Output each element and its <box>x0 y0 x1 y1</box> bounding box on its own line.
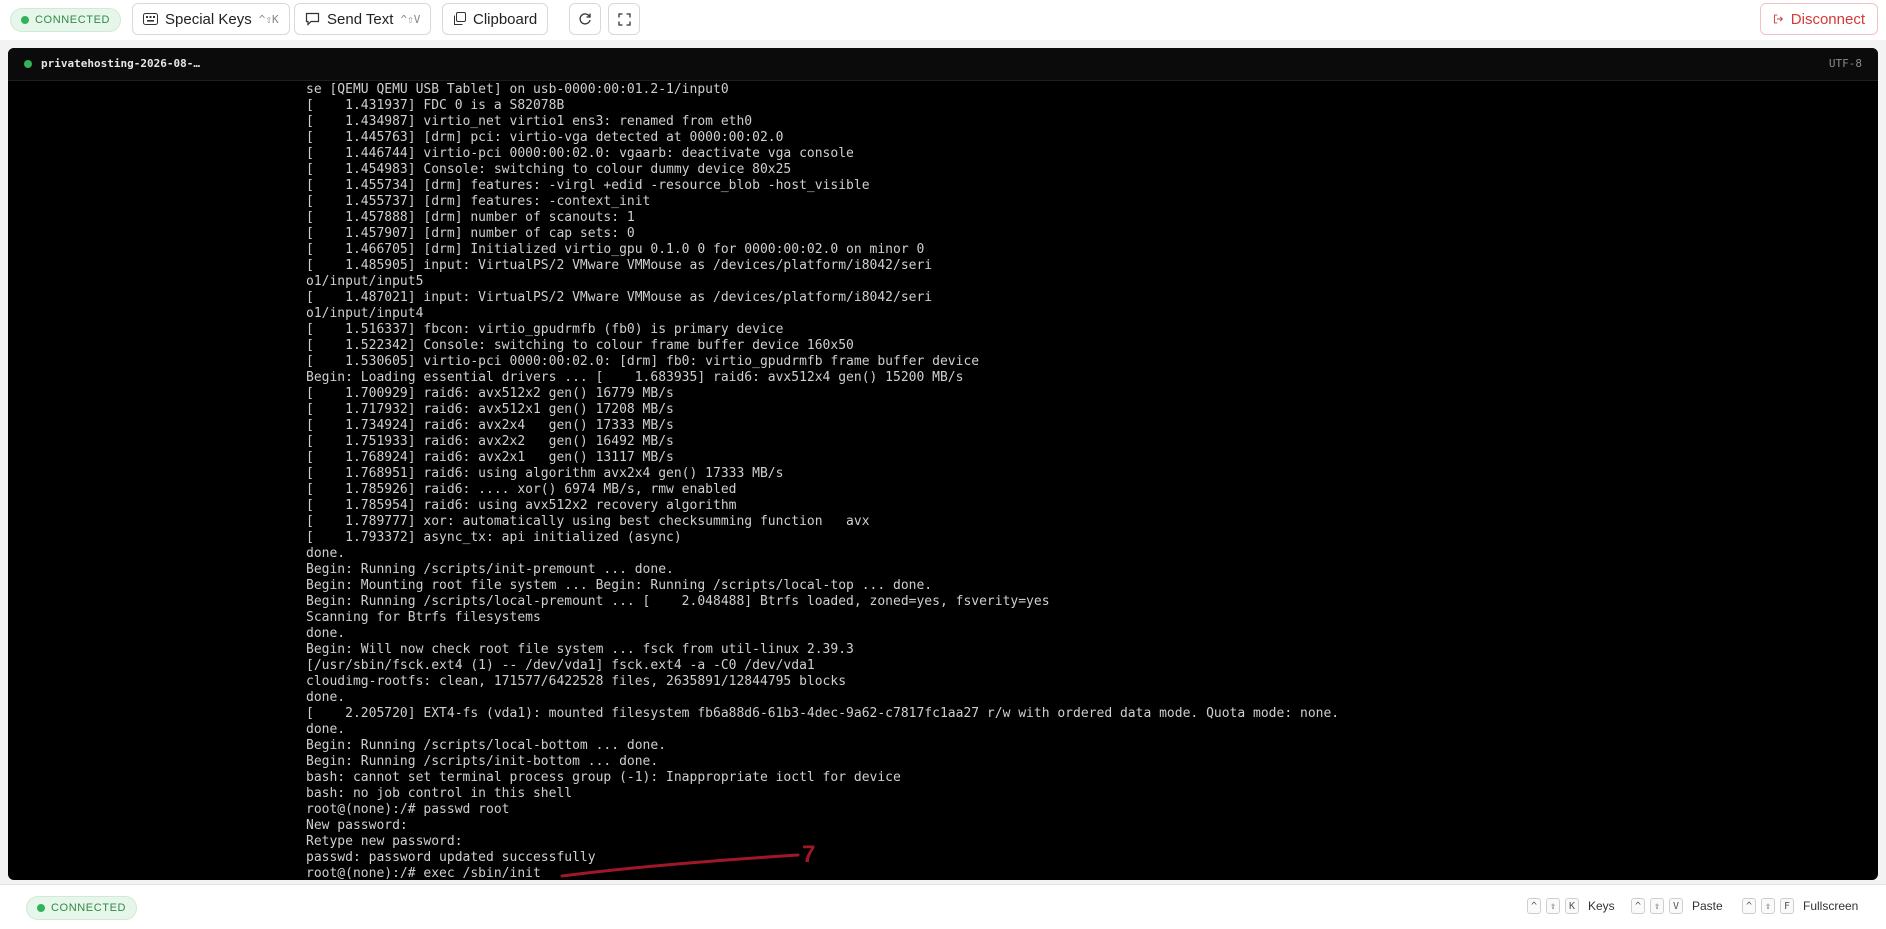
terminal-line: [ 1.466705] [drm] Initialized virtio_gpu… <box>306 242 925 257</box>
terminal-line: root@(none):/# passwd root <box>306 802 510 817</box>
send-text-shortcut: ^⇧V <box>400 12 421 26</box>
terminal-line: [ 1.717932] raid6: avx512x1 gen() 17208 … <box>306 402 674 417</box>
terminal-line: [ 1.445763] [drm] pci: virtio-vga detect… <box>306 130 784 145</box>
terminal-line: [ 1.455737] [drm] features: -context_ini… <box>306 194 651 209</box>
terminal-line: Begin: Running /scripts/init-premount ..… <box>306 562 674 577</box>
fullscreen-button[interactable] <box>608 3 640 35</box>
clipboard-button[interactable]: Clipboard <box>442 3 549 35</box>
connection-status-text: CONNECTED <box>35 14 111 26</box>
terminal-line: done. <box>306 690 346 705</box>
terminal-line: [ 1.530605] virtio-pci 0000:00:02.0: [dr… <box>306 354 980 369</box>
key-f: F <box>1780 898 1794 914</box>
terminal-line: [ 1.487021] input: VirtualPS/2 VMware VM… <box>306 290 933 305</box>
terminal-line: [ 1.454983] Console: switching to colour… <box>306 162 792 177</box>
key-v: V <box>1669 898 1683 914</box>
key-ctrl: ^ <box>1527 898 1541 914</box>
terminal-output[interactable]: se [QEMU QEMU USB Tablet] on usb-0000:00… <box>306 82 1866 880</box>
shortcut-paste-label: Paste <box>1692 899 1723 913</box>
terminal-line: [ 1.485905] input: VirtualPS/2 VMware VM… <box>306 258 933 273</box>
terminal-line: passwd: password updated successfully <box>306 850 596 865</box>
footer-connection-status-badge: CONNECTED <box>26 896 138 920</box>
shortcut-fullscreen: ^ ⇧ F Fullscreen <box>1742 898 1858 914</box>
terminal-line: [ 1.768951] raid6: using algorithm avx2x… <box>306 466 784 481</box>
status-bar: CONNECTED ^ ⇧ K Keys ^ ⇧ V Paste ^ ⇧ F F… <box>0 884 1886 929</box>
terminal-line: [ 1.457888] [drm] number of scanouts: 1 <box>306 210 635 225</box>
message-icon <box>305 12 320 26</box>
connection-status-badge: CONNECTED <box>10 8 122 32</box>
toolbar: CONNECTED Special Keys ^⇧K Send Text ^⇧V… <box>0 0 1886 40</box>
disconnect-label: Disconnect <box>1790 10 1865 28</box>
terminal-line: Retype new password: <box>306 834 463 849</box>
footer-status-dot-icon <box>37 904 45 912</box>
terminal-line: root@(none):/# exec /sbin/init <box>306 866 541 880</box>
terminal-line: o1/input/input4 <box>306 306 424 321</box>
shortcut-fullscreen-label: Fullscreen <box>1803 899 1859 913</box>
terminal-line: [ 1.768924] raid6: avx2x1 gen() 13117 MB… <box>306 450 674 465</box>
key-shift: ⇧ <box>1650 898 1664 914</box>
logout-icon <box>1773 14 1784 24</box>
clipboard-icon <box>454 12 466 25</box>
terminal-line: [ 1.516337] fbcon: virtio_gpudrmfb (fb0)… <box>306 322 784 337</box>
key-shift: ⇧ <box>1546 898 1560 914</box>
terminal-line: [ 1.751933] raid6: avx2x2 gen() 16492 MB… <box>306 434 674 449</box>
footer-connection-status-text: CONNECTED <box>51 902 127 914</box>
fullscreen-icon <box>617 12 631 26</box>
terminal-line: [ 2.205720] EXT4-fs (vda1): mounted file… <box>306 706 1340 721</box>
terminal-encoding: UTF-8 <box>1828 57 1862 70</box>
terminal-line: o1/input/input5 <box>306 274 424 289</box>
terminal-line: Begin: Loading essential drivers ... [ 1… <box>306 370 964 385</box>
key-ctrl: ^ <box>1742 898 1756 914</box>
key-shift: ⇧ <box>1761 898 1775 914</box>
refresh-icon <box>579 13 591 25</box>
terminal-line: [ 1.789777] xor: automatically using bes… <box>306 514 870 529</box>
terminal-line: Begin: Running /scripts/local-bottom ...… <box>306 738 667 753</box>
terminal-line: se [QEMU QEMU USB Tablet] on usb-0000:00… <box>306 82 729 97</box>
terminal-line: Begin: Running /scripts/init-bottom ... … <box>306 754 659 769</box>
terminal-line: [ 1.434987] virtio_net virtio1 ens3: ren… <box>306 114 753 129</box>
terminal-line: cloudimg-rootfs: clean, 171577/6422528 f… <box>306 674 847 689</box>
key-k: K <box>1565 898 1579 914</box>
key-ctrl: ^ <box>1631 898 1645 914</box>
special-keys-label: Special Keys <box>165 10 252 28</box>
terminal-line: [ 1.431937] FDC 0 is a S82078B <box>306 98 565 113</box>
session-status-dot-icon <box>24 59 32 68</box>
terminal-title: privatehosting-2026-08-… <box>24 57 200 70</box>
terminal-line: [ 1.700929] raid6: avx512x2 gen() 16779 … <box>306 386 674 401</box>
terminal-line: done. <box>306 626 346 641</box>
terminal-window[interactable]: privatehosting-2026-08-… UTF-8 se [QEMU … <box>8 48 1878 880</box>
terminal-line: New password: <box>306 818 408 833</box>
terminal-line: [ 1.455734] [drm] features: -virgl +edid… <box>306 178 870 193</box>
terminal-header: privatehosting-2026-08-… UTF-8 <box>8 48 1878 81</box>
keyboard-icon <box>143 13 158 25</box>
refresh-button[interactable] <box>569 3 601 35</box>
send-text-button[interactable]: Send Text ^⇧V <box>294 3 432 35</box>
shortcut-keys: ^ ⇧ K Keys <box>1527 898 1615 914</box>
special-keys-button[interactable]: Special Keys ^⇧K <box>132 3 290 35</box>
terminal-line: bash: no job control in this shell <box>306 786 573 801</box>
terminal-line: done. <box>306 722 346 737</box>
clipboard-label: Clipboard <box>473 10 538 28</box>
disconnect-button[interactable]: Disconnect <box>1760 3 1878 35</box>
terminal-line: [ 1.785926] raid6: .... xor() 6974 MB/s,… <box>306 482 737 497</box>
terminal-line: [ 1.793372] async_tx: api initialized (a… <box>306 530 682 545</box>
special-keys-shortcut: ^⇧K <box>258 12 279 26</box>
terminal-line: [ 1.734924] raid6: avx2x4 gen() 17333 MB… <box>306 418 674 433</box>
shortcut-paste: ^ ⇧ V Paste <box>1631 898 1723 914</box>
send-text-label: Send Text <box>327 10 394 28</box>
terminal-line: Scanning for Btrfs filesystems <box>306 610 541 625</box>
terminal-line: [ 1.785954] raid6: using avx512x2 recove… <box>306 498 737 513</box>
terminal-line: bash: cannot set terminal process group … <box>306 770 901 785</box>
terminal-line: [/usr/sbin/fsck.ext4 (1) -- /dev/vda1] f… <box>306 658 815 673</box>
terminal-line: [ 1.457907] [drm] number of cap sets: 0 <box>306 226 635 241</box>
terminal-line: [ 1.522342] Console: switching to colour… <box>306 338 854 353</box>
terminal-session-name: privatehosting-2026-08-… <box>41 57 200 70</box>
terminal-line: Begin: Running /scripts/local-premount .… <box>306 594 1050 609</box>
terminal-line: done. <box>306 546 346 561</box>
terminal-line: Begin: Will now check root file system .… <box>306 642 854 657</box>
terminal-line: Begin: Mounting root file system ... Beg… <box>306 578 933 593</box>
status-dot-icon <box>21 16 29 24</box>
shortcut-keys-label: Keys <box>1588 899 1615 913</box>
terminal-line: [ 1.446744] virtio-pci 0000:00:02.0: vga… <box>306 146 854 161</box>
